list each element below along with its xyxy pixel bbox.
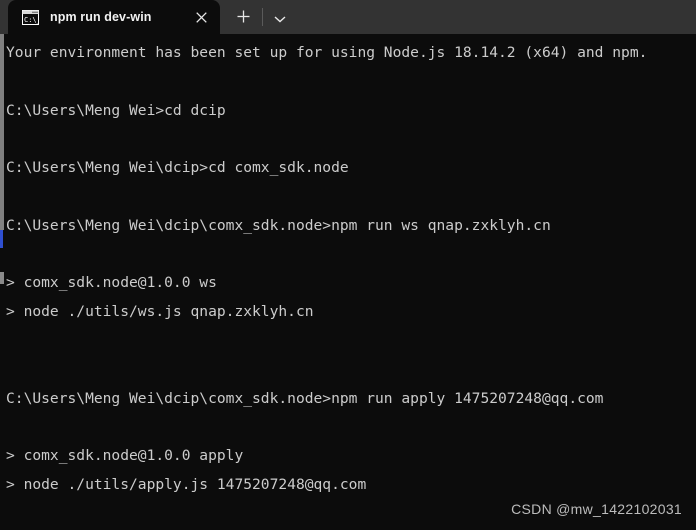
tab-dropdown-button[interactable] (265, 0, 295, 34)
close-icon[interactable] (188, 4, 214, 30)
tabbar-divider (262, 8, 263, 26)
terminal-tab[interactable]: C:\_ npm run dev-win (8, 0, 220, 34)
cmd-console-icon: C:\_ (22, 9, 42, 25)
terminal-line: C:\Users\Meng Wei>cd dcip (6, 101, 226, 119)
terminal-output: Your environment has been set up for usi… (6, 34, 696, 530)
terminal-line: C:\Users\Meng Wei\dcip>cd comx_sdk.node (6, 159, 349, 177)
scrollbar[interactable] (0, 34, 4, 530)
terminal-viewport[interactable]: Your environment has been set up for usi… (0, 34, 696, 530)
scrollbar-thumb-secondary[interactable] (0, 272, 4, 284)
titlebar: C:\_ npm run dev-win (0, 0, 696, 34)
terminal-line: > node ./utils/ws.js qnap.zxklyh.cn (6, 303, 314, 321)
scrollbar-thumb[interactable] (0, 34, 4, 230)
terminal-window: C:\_ npm run dev-win (0, 0, 696, 530)
scrollbar-mark (0, 230, 3, 248)
watermark: CSDN @mw_1422102031 (511, 501, 682, 517)
svg-text:C:\_: C:\_ (24, 16, 39, 24)
plus-icon (237, 8, 250, 27)
chevron-down-icon (274, 8, 286, 27)
terminal-line: > node ./utils/apply.js 1475207248@qq.co… (6, 475, 367, 493)
terminal-line: C:\Users\Meng Wei\dcip\comx_sdk.node>npm… (6, 389, 604, 407)
tab-title: npm run dev-win (50, 10, 152, 24)
terminal-line: C:\Users\Meng Wei\dcip\comx_sdk.node>npm… (6, 216, 551, 234)
new-tab-button[interactable] (226, 0, 260, 34)
terminal-line: > comx_sdk.node@1.0.0 apply (6, 447, 244, 465)
terminal-line: > comx_sdk.node@1.0.0 ws (6, 274, 217, 292)
terminal-line: Your environment has been set up for usi… (6, 44, 648, 61)
